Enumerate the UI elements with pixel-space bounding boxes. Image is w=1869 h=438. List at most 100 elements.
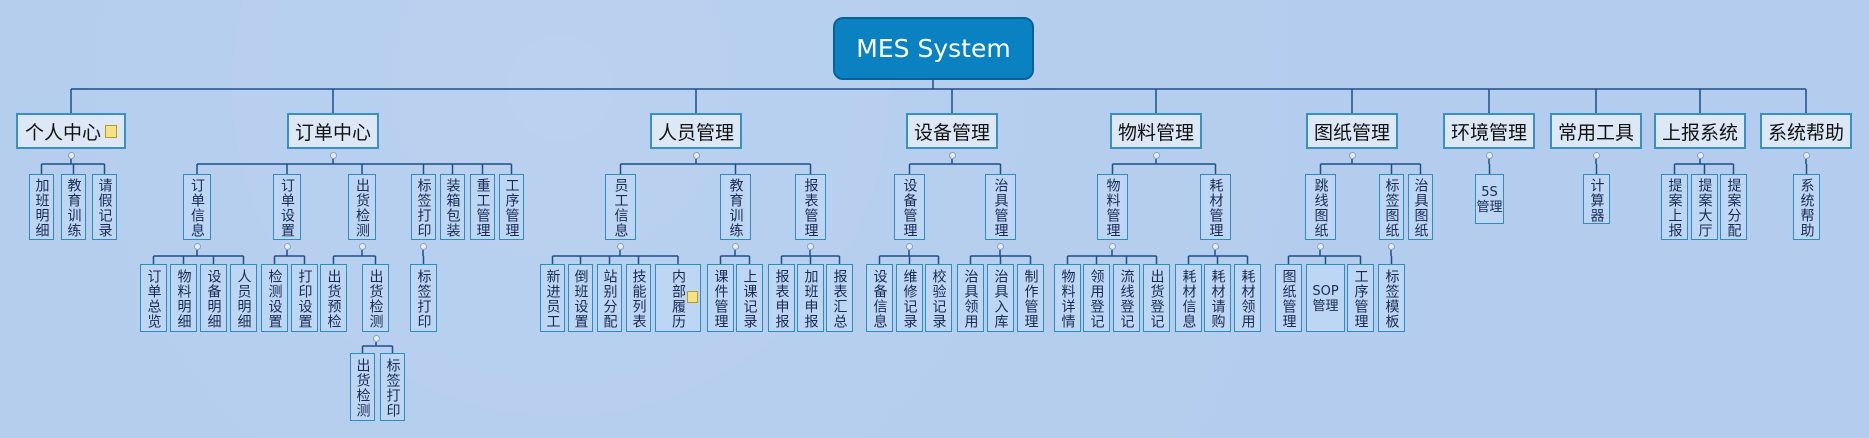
topic-node[interactable]: 治具管理 [985, 174, 1016, 240]
collapse-toggle[interactable] [67, 151, 75, 159]
collapse-toggle[interactable] [1108, 242, 1116, 250]
topic-node[interactable]: 出货检测 [362, 264, 389, 332]
collapse-toggle[interactable] [1387, 242, 1395, 250]
topic-node[interactable]: 标签模板 [1378, 264, 1405, 332]
topic-node[interactable]: 耗材管理 [1200, 174, 1231, 240]
topic-node[interactable]: 制作管理 [1017, 264, 1044, 332]
branch-b7[interactable]: 环境管理 [1443, 113, 1535, 149]
collapse-toggle[interactable] [1592, 151, 1600, 159]
collapse-toggle[interactable] [996, 242, 1004, 250]
collapse-toggle[interactable] [731, 242, 739, 250]
topic-node[interactable]: 重工管理 [470, 174, 495, 240]
branch-b8[interactable]: 常用工具 [1550, 113, 1642, 149]
topic-node[interactable]: 物料明细 [170, 264, 197, 332]
topic-node[interactable]: 出货登记 [1143, 264, 1170, 332]
topic-node[interactable]: 领用登记 [1083, 264, 1110, 332]
collapse-toggle[interactable] [1348, 151, 1356, 159]
topic-node[interactable]: 标签打印 [411, 174, 436, 240]
collapse-toggle[interactable] [372, 334, 380, 342]
collapse-toggle[interactable] [419, 242, 427, 250]
collapse-toggle[interactable] [905, 242, 913, 250]
collapse-toggle[interactable] [1485, 151, 1493, 159]
root-node[interactable]: MES System [833, 17, 1034, 80]
collapse-toggle[interactable] [1211, 242, 1219, 250]
collapse-toggle[interactable] [1802, 151, 1810, 159]
topic-node[interactable]: 教育训练 [61, 174, 86, 240]
collapse-toggle[interactable] [193, 242, 201, 250]
topic-node[interactable]: 教育训练 [720, 174, 751, 240]
topic-node[interactable]: 新进员工 [540, 264, 565, 332]
topic-node[interactable]: 治具领用 [957, 264, 984, 332]
topic-node[interactable]: 跳线图纸 [1305, 174, 1336, 240]
topic-node[interactable]: 校验记录 [925, 264, 952, 332]
topic-node[interactable]: 站别分配 [597, 264, 622, 332]
topic-node[interactable]: 报表申报 [768, 264, 795, 332]
topic-node[interactable]: 打印设置 [291, 264, 318, 332]
collapse-toggle[interactable] [329, 151, 337, 159]
collapse-toggle[interactable] [806, 242, 814, 250]
topic-node[interactable]: 订单设置 [273, 174, 301, 240]
branch-b3[interactable]: 人员管理 [650, 113, 742, 149]
topic-node[interactable]: 设备管理 [894, 174, 925, 240]
topic-node[interactable]: 装箱包装 [440, 174, 465, 240]
collapse-toggle[interactable] [1152, 151, 1160, 159]
collapse-toggle[interactable] [1316, 242, 1324, 250]
collapse-toggle[interactable] [283, 242, 291, 250]
topic-node[interactable]: 系统帮助 [1793, 174, 1820, 240]
topic-node[interactable]: 提案上报 [1661, 174, 1688, 240]
topic-node[interactable]: 维修记录 [896, 264, 923, 332]
topic-node[interactable]: 物料详情 [1054, 264, 1081, 332]
topic-node[interactable]: 提案分配 [1720, 174, 1747, 240]
topic-node[interactable]: 设备明细 [200, 264, 227, 332]
topic-node[interactable]: 报表汇总 [826, 264, 853, 332]
topic-node[interactable]: 治具入库 [987, 264, 1014, 332]
topic-node[interactable]: 报表管理 [795, 174, 826, 240]
collapse-toggle[interactable] [1696, 151, 1704, 159]
topic-node[interactable]: 技能列表 [626, 264, 651, 332]
topic-node[interactable]: 耗材信息 [1175, 264, 1202, 332]
branch-b9[interactable]: 上报系统 [1654, 113, 1746, 149]
topic-node[interactable]: 耗材请购 [1204, 264, 1231, 332]
topic-node[interactable]: 耗材领用 [1234, 264, 1261, 332]
collapse-toggle[interactable] [616, 242, 624, 250]
topic-node[interactable]: 计算器 [1583, 174, 1610, 224]
collapse-toggle[interactable] [692, 151, 700, 159]
topic-node[interactable]: 出货预检 [320, 264, 347, 332]
topic-node[interactable]: 流线登记 [1113, 264, 1140, 332]
topic-node[interactable]: 人员明细 [230, 264, 257, 332]
topic-node[interactable]: 员工信息 [605, 174, 636, 240]
topic-node[interactable]: 加班申报 [797, 264, 824, 332]
topic-node[interactable]: 检测设置 [261, 264, 288, 332]
topic-node[interactable]: 标签打印 [410, 264, 437, 332]
branch-b1[interactable]: 个人中心 [16, 113, 126, 149]
topic-node[interactable]: 治具图纸 [1408, 174, 1433, 240]
topic-node[interactable]: 设备信息 [866, 264, 893, 332]
topic-node[interactable]: 请假记录 [92, 174, 117, 240]
branch-b4[interactable]: 设备管理 [906, 113, 998, 149]
topic-node[interactable]: 提案大厅 [1691, 174, 1718, 240]
note-icon[interactable] [105, 124, 117, 138]
collapse-toggle[interactable] [358, 242, 366, 250]
topic-node[interactable]: 5S管理 [1475, 174, 1504, 224]
topic-node[interactable]: 出货检测 [350, 353, 375, 421]
topic-node[interactable]: 标签图纸 [1379, 174, 1404, 240]
topic-node[interactable]: 物料管理 [1097, 174, 1128, 240]
topic-node[interactable]: 图纸管理 [1275, 264, 1302, 332]
collapse-toggle[interactable] [948, 151, 956, 159]
branch-b2[interactable]: 订单中心 [287, 113, 379, 149]
topic-node[interactable]: 课件管理 [707, 264, 734, 332]
topic-node[interactable]: 上课记录 [736, 264, 763, 332]
topic-node[interactable]: 倒班设置 [568, 264, 593, 332]
topic-node[interactable]: 订单总览 [140, 264, 167, 332]
topic-node[interactable]: 工序管理 [1347, 264, 1374, 332]
topic-node[interactable]: 出货检测 [348, 174, 376, 240]
branch-b6[interactable]: 图纸管理 [1306, 113, 1398, 149]
note-icon[interactable] [687, 291, 698, 303]
topic-node[interactable]: 工序管理 [499, 174, 524, 240]
branch-b5[interactable]: 物料管理 [1110, 113, 1202, 149]
topic-node[interactable]: 加班明细 [29, 174, 54, 240]
branch-b10[interactable]: 系统帮助 [1760, 113, 1852, 149]
topic-node[interactable]: 标签打印 [380, 353, 405, 421]
topic-node[interactable]: 订单信息 [183, 174, 211, 240]
topic-node[interactable]: SOP管理 [1306, 264, 1345, 332]
